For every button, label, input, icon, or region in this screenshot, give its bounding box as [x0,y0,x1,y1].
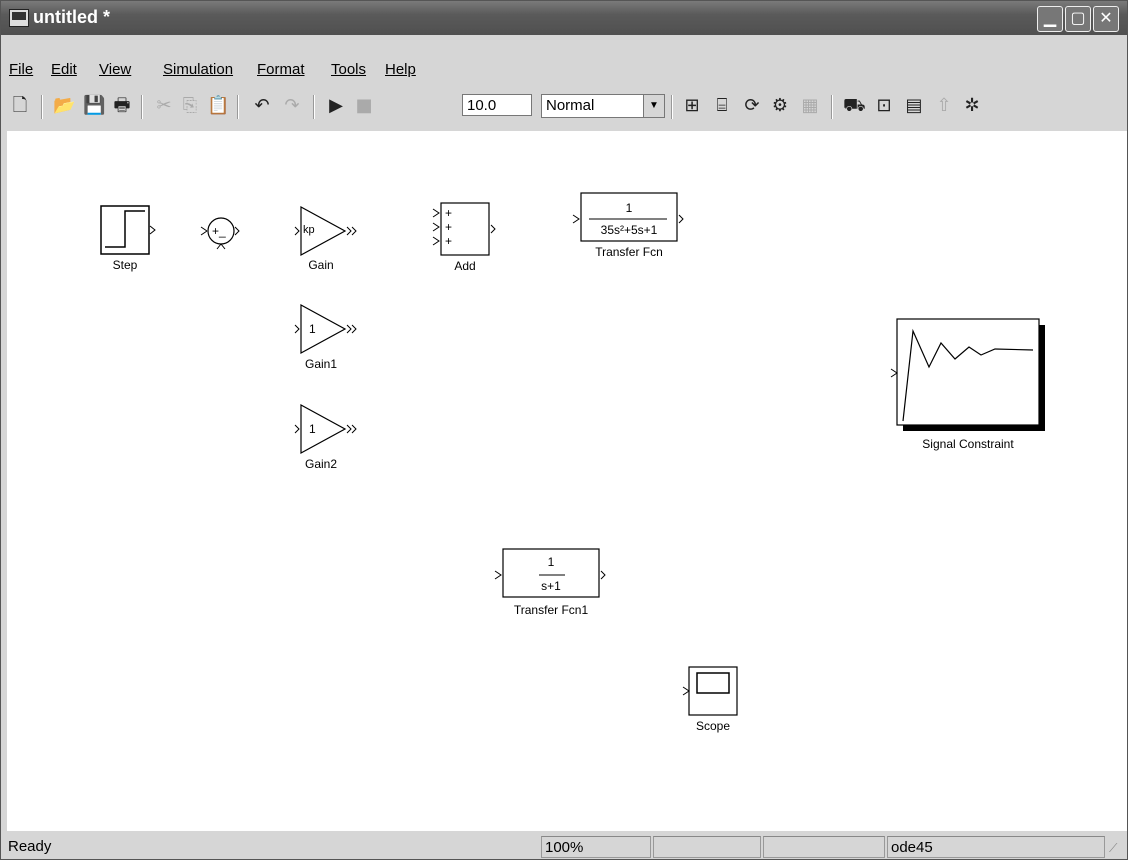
toolbar-separator [671,95,673,119]
menu-simulation-label: Simulation [163,61,234,78]
stop-time-input[interactable]: 10.0 [462,94,532,116]
model-browser-icon[interactable]: ⊡ [873,95,895,117]
gain2-block[interactable] [294,403,357,455]
stop-simulation-icon[interactable]: ■ [353,95,375,117]
simulation-mode-select[interactable]: Normal ▼ [541,94,665,118]
tf2-label: Transfer Fcn1 [513,603,589,617]
status-cell-empty-2 [763,836,885,858]
gain2-label: Gain2 [304,457,338,471]
menu-help[interactable]: Help [385,61,416,78]
signal-constraint-block[interactable] [890,318,1045,431]
copy-icon[interactable]: ⎘ [179,95,201,117]
toolbar-separator [141,95,143,119]
status-bar: Ready 100% ode45 ⟋ [1,833,1127,860]
menu-file[interactable]: File [9,61,33,78]
simulink-window: untitled * ▁ ▢ ✕ File Edit View Simulati… [0,0,1128,860]
toolbar-separator [313,95,315,119]
simulink-library-icon[interactable]: ✲ [961,95,983,117]
start-simulation-icon[interactable]: ▶ [325,95,347,117]
menu-edit[interactable]: Edit [51,61,77,78]
signal-constraint-label: Signal Constraint [922,437,1014,451]
undo-icon[interactable]: ↶ [251,95,273,117]
gain1-value: 1 [309,322,316,336]
gain2-value: 1 [309,422,316,436]
gain-label: Gain [308,258,334,272]
refresh-icon[interactable]: ⟳ [741,95,763,117]
tf2-numerator: 1 [547,555,555,569]
add-block[interactable] [432,202,496,256]
add-sign-1: + [445,206,453,220]
redo-icon[interactable]: ↷ [281,95,303,117]
tf1-denominator: 35s²+5s+1 [600,223,658,237]
zoom-level: 100% [541,836,651,858]
status-cell-empty-1 [653,836,761,858]
debug-icon[interactable]: ⛟ [843,95,866,117]
go-to-parent-icon[interactable]: ⇧ [933,95,955,117]
toolbar-separator [831,95,833,119]
save-icon[interactable]: 💾 [83,95,105,117]
print-icon[interactable]: 🖶 [111,95,133,117]
close-button[interactable]: ✕ [1093,6,1119,32]
solver-name: ode45 [887,836,1105,858]
toolbar-separator [41,95,43,119]
gain1-label: Gain1 [304,357,338,371]
menu-tools[interactable]: Tools [331,61,366,78]
minimize-button[interactable]: ▁ [1037,6,1063,32]
add-sign-3: + [445,234,453,248]
new-model-icon[interactable]: 🗋 [9,95,31,117]
scope-block[interactable] [682,666,738,716]
model-explorer-icon[interactable]: ▦ [799,95,821,117]
app-icon[interactable] [9,9,29,27]
gain1-block[interactable] [294,303,357,355]
menu-simulation[interactable]: Simulation [163,61,233,78]
toolbar-separator [237,95,239,119]
update-diagram-icon[interactable]: ⊞ [681,95,703,117]
gain-value: kp [303,224,315,236]
add-label: Add [454,259,476,273]
menu-tools-label: Tools [331,61,367,78]
menu-view-label: View [99,61,132,78]
menu-format-label: Format [257,61,305,78]
menu-edit-label: Edit [51,61,77,78]
step-block[interactable] [100,205,156,255]
tf1-label: Transfer Fcn [595,245,663,259]
sum-signs: +_ [212,224,226,238]
properties-icon[interactable]: ▤ [903,95,925,117]
menu-format[interactable]: Format [257,61,305,78]
library-browser-icon[interactable]: ⚙ [769,95,791,117]
open-folder-icon[interactable]: 📂 [53,95,75,117]
build-icon[interactable]: ⌸ [711,95,733,117]
tf1-numerator: 1 [625,201,633,215]
status-text: Ready [8,838,52,855]
scope-label: Scope [695,719,731,733]
title-bar[interactable]: untitled * ▁ ▢ ✕ [1,1,1127,35]
menu-file-label: File [9,61,34,78]
step-label: Step [112,258,138,272]
menu-bar: File Edit View Simulation Format Tools H… [1,57,1127,85]
paste-icon[interactable]: 📋 [207,95,229,117]
model-canvas[interactable]: Step +_ kp Gain + + + Add 1 35s²+5s+1 Tr… [7,131,1127,831]
toolbar: 🗋 📂 💾 🖶 ✂ ⎘ 📋 ↶ ↷ ▶ ■ 10.0 Normal ▼ ⊞ ⌸ … [1,89,1127,127]
tf2-denominator: s+1 [541,579,561,593]
simulation-mode-value: Normal [546,97,595,114]
add-sign-2: + [445,220,453,234]
menu-view[interactable]: View [99,61,131,78]
cut-icon[interactable]: ✂ [153,95,175,117]
maximize-button[interactable]: ▢ [1065,6,1091,32]
window-title: untitled * [33,7,110,27]
diagram-svg [100,192,1045,716]
resize-grip-icon[interactable]: ⟋ [1109,841,1123,855]
menu-help-label: Help [385,61,416,78]
chevron-down-icon[interactable]: ▼ [643,95,664,117]
